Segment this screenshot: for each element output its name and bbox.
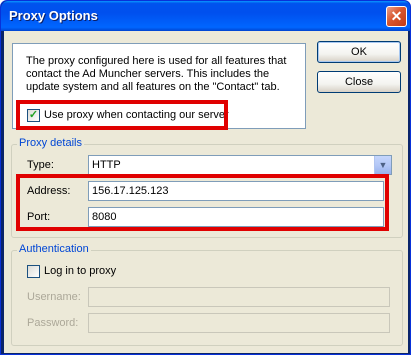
username-label: Username: bbox=[27, 291, 81, 303]
window-title: Proxy Options bbox=[9, 8, 98, 23]
info-text: The proxy configured here is used for al… bbox=[26, 55, 287, 93]
close-icon: ✕ bbox=[390, 8, 403, 24]
proxy-options-window: Proxy Options ✕ The proxy configured her… bbox=[0, 0, 411, 355]
close-button[interactable]: Close bbox=[317, 71, 401, 93]
address-label: Address: bbox=[27, 185, 71, 197]
type-label: Type: bbox=[27, 159, 54, 171]
authentication-group-label: Authentication bbox=[17, 243, 91, 255]
port-field-value: 8080 bbox=[92, 211, 117, 223]
address-field[interactable]: 156.17.125.123 bbox=[88, 181, 384, 201]
port-label: Port: bbox=[27, 211, 51, 223]
dialog-client-area: The proxy configured here is used for al… bbox=[4, 31, 408, 353]
type-select-value: HTTP bbox=[92, 159, 121, 171]
title-close-button[interactable]: ✕ bbox=[386, 6, 407, 27]
use-proxy-label[interactable]: Use proxy when contacting our server bbox=[44, 109, 229, 121]
type-select[interactable]: HTTP ▼ bbox=[88, 155, 392, 175]
login-to-proxy-label[interactable]: Log in to proxy bbox=[44, 265, 116, 277]
title-bar[interactable]: Proxy Options ✕ bbox=[1, 1, 410, 31]
username-field[interactable] bbox=[88, 287, 390, 307]
ok-button[interactable]: OK bbox=[317, 41, 401, 63]
password-label: Password: bbox=[27, 317, 79, 329]
address-field-value: 156.17.125.123 bbox=[92, 185, 169, 197]
port-field[interactable]: 8080 bbox=[88, 207, 384, 227]
login-to-proxy-checkbox[interactable] bbox=[27, 265, 40, 278]
chevron-down-icon[interactable]: ▼ bbox=[374, 156, 391, 174]
check-icon: ✓ bbox=[28, 109, 39, 121]
password-field[interactable] bbox=[88, 313, 390, 333]
use-proxy-checkbox[interactable]: ✓ bbox=[27, 109, 40, 122]
proxy-details-group-label: Proxy details bbox=[17, 137, 84, 149]
